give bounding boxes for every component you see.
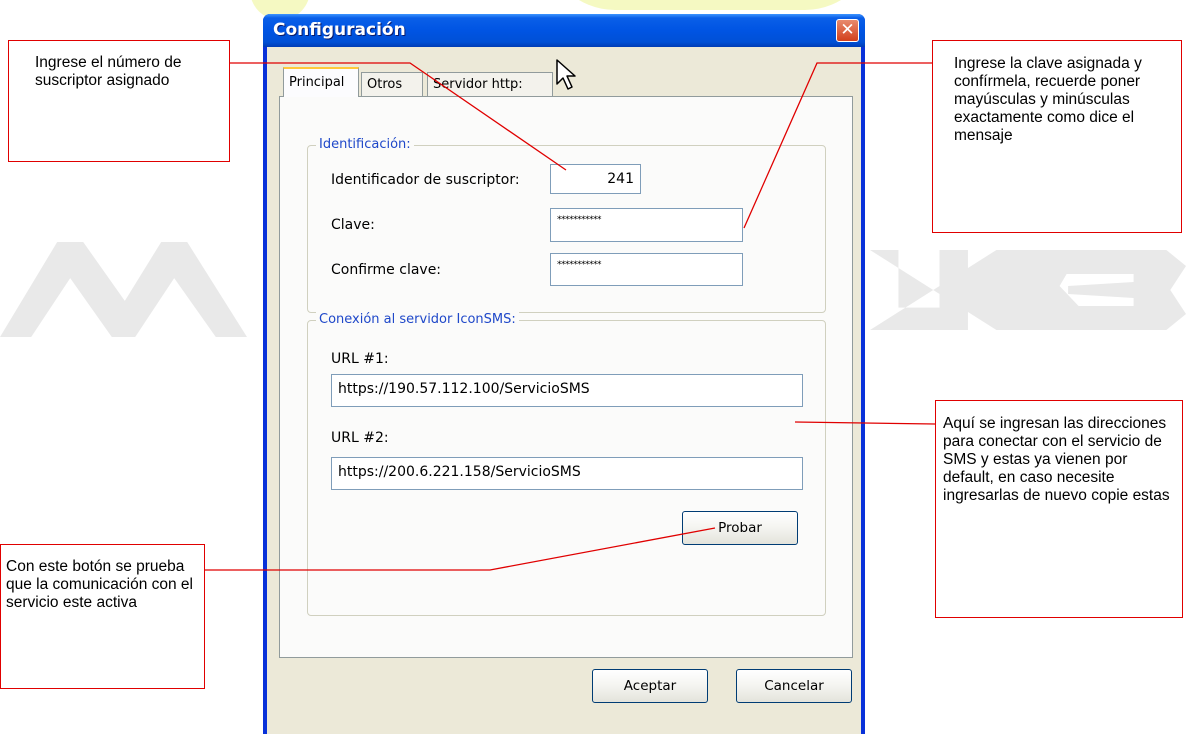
identificacion-legend: Identificación: — [316, 137, 414, 152]
clave-label: Clave: — [331, 217, 375, 233]
watermark-letter-b — [1055, 250, 1186, 330]
watermark-yellow-arc — [545, 0, 875, 10]
callout-subscriber-note: Ingrese el número de suscriptor asignado — [8, 40, 230, 162]
identificacion-group: Identificación: Identificador de suscrip… — [307, 137, 826, 313]
cancelar-button[interactable]: Cancelar — [736, 669, 852, 703]
callout-test-button-note: Con este botón se prueba que la comunica… — [0, 544, 205, 689]
password-input[interactable]: *********** — [550, 208, 743, 242]
title-bar[interactable]: Configuración ✕ — [263, 14, 865, 47]
tab-principal[interactable]: Principal — [283, 67, 359, 97]
conexion-legend: Conexión al servidor IconSMS: — [316, 312, 519, 327]
subscriber-label: Identificador de suscriptor: — [331, 172, 520, 188]
conexion-group: Conexión al servidor IconSMS: URL #1: ht… — [307, 312, 826, 616]
url2-label: URL #2: — [331, 430, 389, 446]
aceptar-button[interactable]: Aceptar — [592, 669, 708, 703]
close-button[interactable]: ✕ — [836, 19, 859, 42]
callout-password-note: Ingrese la clave asignada y confírmela, … — [932, 40, 1182, 233]
mouse-pointer-icon — [556, 59, 576, 90]
window-title: Configuración — [273, 20, 406, 40]
probar-button[interactable]: Probar — [682, 511, 798, 545]
configuration-dialog: Configuración ✕ Principal Otros Servidor… — [263, 14, 865, 734]
watermark-letter-left — [0, 242, 247, 337]
confirm-password-input[interactable]: *********** — [550, 253, 743, 286]
close-icon: ✕ — [840, 20, 855, 40]
subscriber-id-input[interactable]: 241 — [550, 164, 641, 194]
tab-otros[interactable]: Otros — [361, 72, 423, 96]
tab-servidor-http[interactable]: Servidor http: — [427, 72, 553, 96]
callout-urls-note: Aquí se ingresan las direcciones para co… — [935, 400, 1183, 618]
url2-input[interactable]: https://200.6.221.158/ServicioSMS — [331, 457, 803, 490]
tab-panel-principal: Identificación: Identificador de suscrip… — [279, 96, 853, 658]
url1-input[interactable]: https://190.57.112.100/ServicioSMS — [331, 374, 803, 407]
url1-label: URL #1: — [331, 351, 389, 367]
confirm-password-label: Confirme clave: — [331, 262, 442, 278]
dialog-client-area: Principal Otros Servidor http: Identific… — [267, 47, 861, 734]
